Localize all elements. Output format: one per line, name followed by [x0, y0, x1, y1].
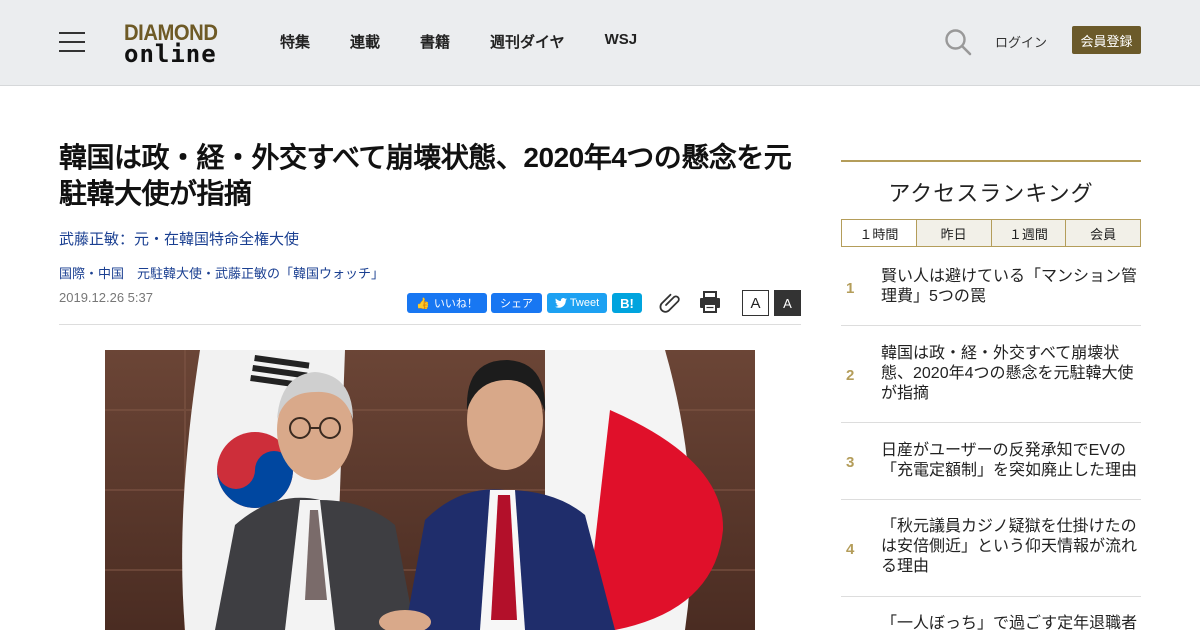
ranking-item-1[interactable]: 1 賢い人は避けている「マンション管理費」5つの罠 [841, 250, 1141, 326]
tab-yesterday[interactable]: 昨日 [915, 220, 991, 246]
rank-headline: 韓国は政・経・外交すべて崩壊状態、2020年4つの懸念を元駐韓大使が指摘 [881, 345, 1134, 402]
thumbs-up-icon: 👍 [416, 297, 430, 310]
tab-members[interactable]: 会員 [1065, 220, 1140, 246]
nav-item-tokushu[interactable]: 特集 [280, 31, 310, 52]
search-icon[interactable] [944, 28, 972, 56]
ranking-item-3[interactable]: 3 日産がユーザーの反発承知でEVの「充電定額制」を突如廃止した理由 [841, 423, 1141, 500]
author-link[interactable]: 武藤正敏：元・在韓国特命全権大使 [59, 228, 299, 249]
ranking-title: アクセスランキング [888, 181, 1094, 206]
ranking-tabs: １時間 昨日 １週間 会員 [841, 219, 1141, 247]
article-photo [105, 350, 755, 630]
facebook-like-button[interactable]: 👍 いいね！ [407, 293, 487, 313]
nav-item-rensai[interactable]: 連載 [350, 31, 380, 52]
diamond-online-logo[interactable]: DIAMOND online [124, 20, 228, 68]
ranking-item-5[interactable]: 5 「一人ぼっち」で過ごす定年退職者 [841, 597, 1141, 630]
tweet-button[interactable]: Tweet [547, 293, 607, 313]
rank-headline: 「秋元議員カジノ疑獄を仕掛けたのは安倍側近」という仰天情報が流れる理由 [881, 518, 1138, 575]
logo-bottom-text: online [124, 40, 217, 68]
tab-1hour[interactable]: １時間 [842, 220, 916, 246]
rank-number: 1 [846, 280, 855, 297]
rank-headline: 「一人ぼっち」で過ごす定年退職者 [881, 615, 1138, 630]
font-size-small-button[interactable]: A [742, 290, 769, 316]
paperclip-icon[interactable] [658, 290, 682, 314]
rank-number: 4 [846, 541, 855, 558]
article-title: 韓国は政・経・外交すべて崩壊状態、2020年4つの懸念を元駐韓大使が指摘 [59, 142, 792, 209]
register-button[interactable]: 会員登録 [1072, 26, 1141, 54]
login-link[interactable]: ログイン [995, 32, 1047, 51]
rank-headline: 日産がユーザーの反発承知でEVの「充電定額制」を突如廃止した理由 [881, 442, 1138, 479]
nav-item-wsj[interactable]: WSJ [605, 31, 638, 52]
category-link[interactable]: 国際・中国 元駐韓大使・武藤正敏の「韓国ウォッチ」 [59, 263, 384, 282]
twitter-bird-icon [554, 298, 567, 308]
like-label: いいね！ [433, 298, 478, 310]
ranking-item-2[interactable]: 2 韓国は政・経・外交すべて崩壊状態、2020年4つの懸念を元駐韓大使が指摘 [841, 326, 1141, 423]
print-icon[interactable] [698, 290, 722, 314]
main-nav: 特集 連載 書籍 週刊ダイヤ WSJ [280, 31, 677, 52]
hatena-bookmark-button[interactable]: B! [612, 293, 642, 313]
tweet-label: Tweet [569, 297, 600, 309]
site-header: DIAMOND online 特集 連載 書籍 週刊ダイヤ WSJ ログイン 会… [0, 0, 1200, 86]
font-size-large-button[interactable]: A [774, 290, 801, 316]
menu-icon[interactable] [59, 32, 85, 52]
ranking-item-4[interactable]: 4 「秋元議員カジノ疑獄を仕掛けたのは安倍側近」という仰天情報が流れる理由 [841, 500, 1141, 597]
rank-number: 2 [846, 367, 855, 384]
rank-number: 3 [846, 454, 855, 471]
nav-item-shoseki[interactable]: 書籍 [420, 31, 450, 52]
ranking-top-rule [841, 160, 1141, 162]
publish-date: 2019.12.26 5:37 [59, 290, 153, 305]
divider [59, 324, 801, 325]
facebook-share-button[interactable]: シェア [491, 293, 542, 313]
rank-headline: 賢い人は避けている「マンション管理費」5つの罠 [881, 268, 1138, 305]
nav-item-weekly-diamond[interactable]: 週刊ダイヤ [490, 31, 565, 52]
tab-1week[interactable]: １週間 [990, 220, 1066, 246]
